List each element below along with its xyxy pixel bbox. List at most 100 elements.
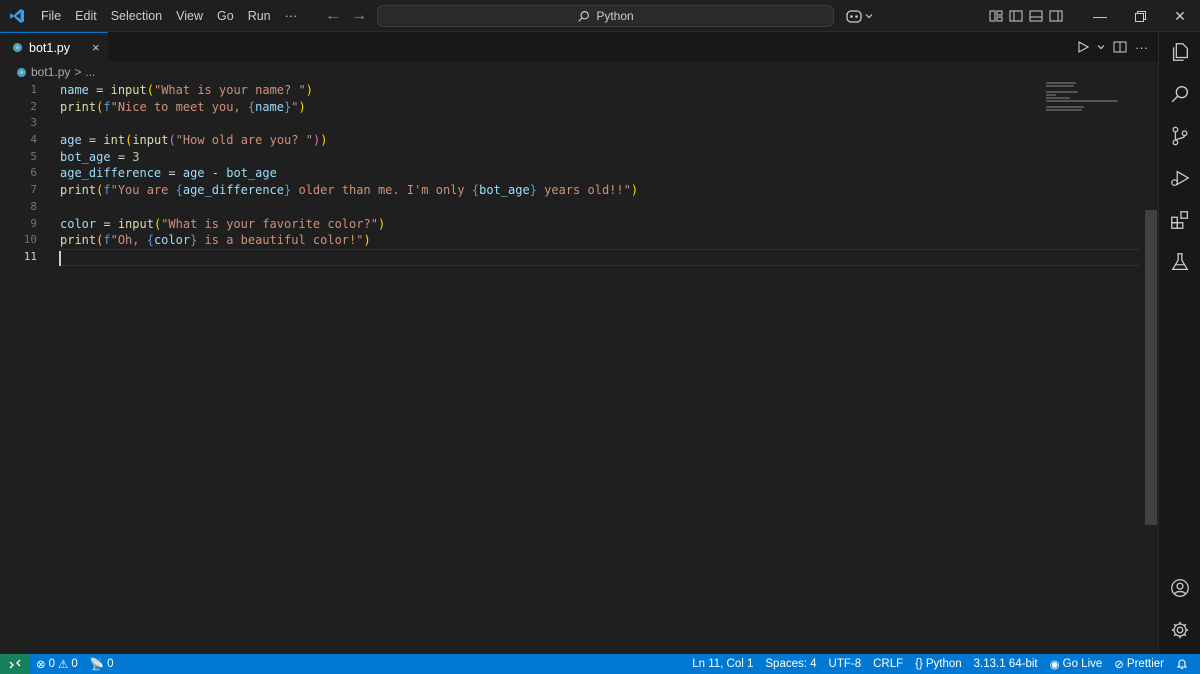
minimap-line [1046, 91, 1078, 93]
menu-selection[interactable]: Selection [104, 0, 169, 32]
editor-actions: ··· [1077, 32, 1148, 62]
code-line[interactable]: age_difference = age - bot_age [60, 165, 1140, 182]
menu-go[interactable]: Go [210, 0, 241, 32]
minimap-line [1046, 109, 1082, 111]
minimap-line [1046, 100, 1118, 102]
cursor-position[interactable]: Ln 11, Col 1 [686, 658, 759, 670]
menu-file[interactable]: File [34, 0, 68, 32]
tab-bar: bot1.py × ··· [0, 32, 1158, 62]
breadcrumb: bot1.py > ... [0, 62, 1158, 82]
toggle-secondary-sidebar-icon[interactable] [1048, 8, 1064, 24]
run-dropdown-chevron-icon[interactable] [1097, 43, 1105, 51]
code-line[interactable]: name = input("What is your name? ") [60, 82, 1140, 99]
account-icon[interactable] [1159, 568, 1200, 608]
close-tab-icon[interactable]: × [92, 40, 100, 55]
settings-gear-icon[interactable] [1159, 610, 1200, 650]
menu-run[interactable]: Run [241, 0, 278, 32]
customize-layout-icon[interactable] [988, 8, 1004, 24]
command-center-search[interactable]: Python [377, 5, 834, 27]
minimap[interactable] [1046, 82, 1126, 122]
code-line[interactable]: color = input("What is your favorite col… [60, 216, 1140, 233]
minimap-line [1046, 106, 1084, 108]
search-icon[interactable] [1159, 74, 1200, 114]
line-number: 1 [30, 83, 37, 96]
more-actions-icon[interactable]: ··· [1135, 40, 1148, 55]
restore-icon[interactable] [1120, 0, 1160, 32]
problems-indicator[interactable]: ⊗ 0 ⚠ 0 [30, 657, 84, 671]
python-file-icon [16, 67, 27, 77]
line-number: 5 [30, 149, 37, 163]
search-icon [578, 10, 590, 22]
code-line[interactable]: age = int(input("How old are you? ")) [60, 132, 1140, 149]
ports-antenna-icon: 📡 [89, 659, 105, 671]
split-editor-icon[interactable] [1113, 40, 1127, 54]
tab-bot1-py[interactable]: bot1.py × [0, 32, 108, 62]
end-of-line[interactable]: CRLF [867, 658, 909, 670]
run-and-debug-icon[interactable] [1159, 158, 1200, 198]
warning-count: 0 [71, 658, 78, 670]
code-line[interactable]: print(f"You are {age_difference} older t… [60, 182, 1140, 199]
ports-count: 0 [107, 658, 114, 670]
python-interpreter[interactable]: 3.13.1 64-bit [968, 658, 1044, 670]
toggle-panel-icon[interactable] [1028, 8, 1044, 24]
testing-flask-icon[interactable] [1159, 242, 1200, 282]
code-editor[interactable]: 1 2 3 4 5 6 7 8 9 10 11 name = input("Wh… [0, 82, 1145, 654]
line-number: 7 [30, 183, 37, 197]
braces-icon: {} [915, 658, 923, 670]
source-control-icon[interactable] [1159, 116, 1200, 156]
go-live-label: Go Live [1062, 658, 1103, 670]
line-number: 4 [30, 133, 37, 147]
run-python-file-icon[interactable] [1077, 41, 1089, 53]
activity-bar [1158, 32, 1200, 654]
code-line[interactable]: print(f"Oh, {color} is a beautiful color… [60, 232, 1140, 249]
back-arrow-icon[interactable]: ← [325, 7, 341, 25]
status-bar-right: Ln 11, Col 1 Spaces: 4 UTF-8 CRLF {} Pyt… [686, 654, 1194, 674]
line-number: 3 [30, 116, 37, 130]
line-number-gutter: 1 2 3 4 5 6 7 8 9 10 11 [0, 82, 44, 266]
language-mode[interactable]: {} Python [909, 658, 968, 670]
vertical-scrollbar[interactable] [1145, 210, 1157, 525]
code-line[interactable] [59, 248, 1140, 266]
indentation[interactable]: Spaces: 4 [759, 658, 822, 670]
prettier-status[interactable]: ⊘ Prettier [1108, 657, 1170, 671]
warning-icon: ⚠ [58, 659, 69, 671]
notifications-bell-icon[interactable] [1170, 658, 1194, 670]
encoding[interactable]: UTF-8 [823, 658, 868, 670]
copilot-button[interactable] [845, 6, 873, 26]
minimize-icon[interactable]: — [1080, 0, 1120, 32]
error-count: 0 [48, 658, 56, 670]
remote-indicator-icon[interactable] [0, 654, 30, 674]
title-bar: File Edit Selection View Go Run ··· ← → … [0, 0, 1200, 32]
minimap-line [1046, 97, 1070, 99]
minimap-line [1046, 94, 1056, 96]
code-line[interactable] [60, 115, 1140, 132]
breadcrumb-more[interactable]: ... [85, 65, 95, 79]
code-lines: name = input("What is your name? ") print… [59, 82, 1140, 266]
go-live-button[interactable]: ◉ Go Live [1044, 657, 1109, 671]
status-bar: ⊗ 0 ⚠ 0 📡 0 Ln 11, Col 1 Spaces: 4 UTF-8… [0, 654, 1200, 674]
forward-arrow-icon[interactable]: → [351, 7, 367, 25]
copilot-icon [846, 10, 862, 23]
line-number: 8 [30, 199, 37, 213]
navigation-arrows: ← → [325, 0, 367, 32]
breadcrumb-file[interactable]: bot1.py [31, 65, 70, 79]
ports-indicator[interactable]: 📡 0 [84, 657, 120, 671]
explorer-icon[interactable] [1159, 32, 1200, 72]
code-line[interactable] [60, 199, 1140, 216]
code-line[interactable]: bot_age = 3 [60, 149, 1140, 166]
menu-edit[interactable]: Edit [68, 0, 104, 32]
chevron-down-icon [865, 14, 873, 19]
layout-controls [988, 0, 1064, 32]
extensions-icon[interactable] [1159, 200, 1200, 240]
window-controls: — ✕ [1080, 0, 1200, 32]
menu-view[interactable]: View [169, 0, 210, 32]
language-label: Python [925, 658, 962, 670]
close-window-icon[interactable]: ✕ [1160, 0, 1200, 32]
menu-bar: File Edit Selection View Go Run ··· [34, 0, 304, 32]
line-number: 6 [30, 166, 37, 180]
line-number: 2 [30, 99, 37, 113]
prettier-label: Prettier [1126, 658, 1164, 670]
menu-more-button[interactable]: ··· [278, 0, 305, 32]
toggle-primary-sidebar-icon[interactable] [1008, 8, 1024, 24]
code-line[interactable]: print(f"Nice to meet you, {name}") [60, 99, 1140, 116]
